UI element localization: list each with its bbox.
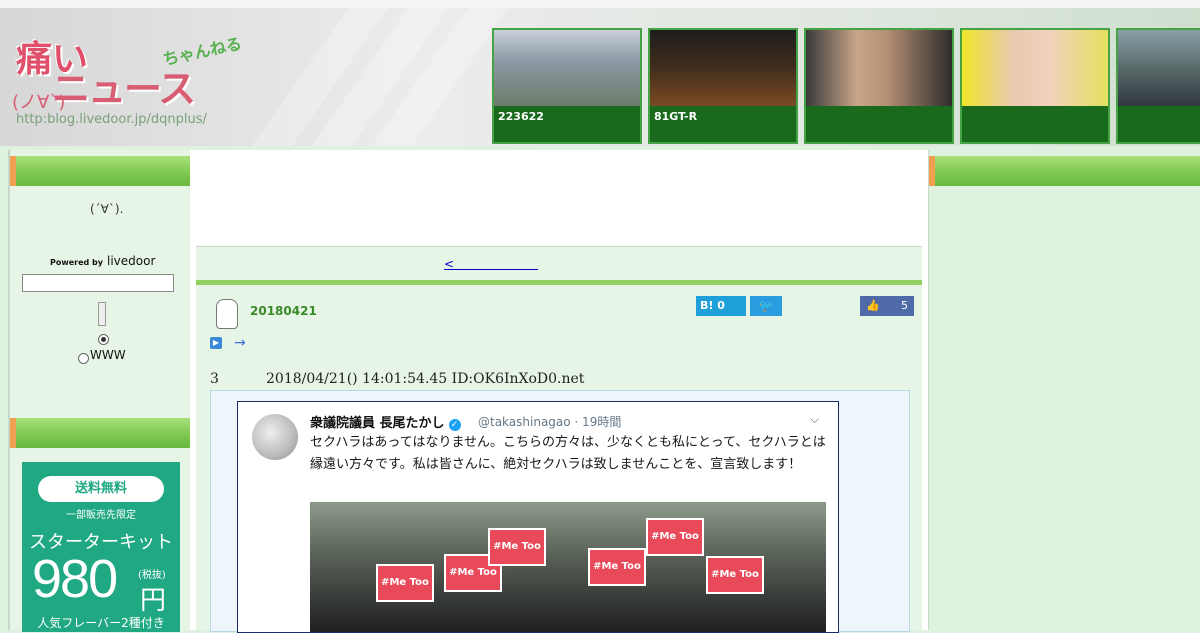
search-button[interactable] — [98, 302, 106, 326]
protest-sign: #Me Too — [376, 564, 434, 602]
thumbnail-image — [962, 30, 1108, 106]
thumbnail-image — [1118, 30, 1200, 106]
sidebar-emoticon: (´∀`). — [90, 202, 124, 216]
thumbnail-1[interactable]: 223622 — [492, 28, 642, 144]
thumbnail-caption — [962, 106, 1108, 142]
logo-kana: ちゃんねる — [161, 33, 244, 70]
ad-free-shipping: 送料無料 — [38, 476, 164, 502]
article-date: 20180421 — [250, 304, 317, 318]
like-button[interactable]: 👍 5 — [860, 296, 914, 316]
powered-by-livedoor[interactable]: Powered by livedoor — [50, 254, 155, 268]
logo-face: (ノ∀`) — [12, 92, 66, 113]
thumbnail-4[interactable] — [960, 28, 1110, 144]
hatena-bookmark-button[interactable]: B! 0 — [696, 296, 746, 316]
tweet-text: セクハラはあってはなりません。こちらの方々は、少なくとも私にとって、セクハラとは… — [310, 435, 826, 472]
sidebar-header-bar — [10, 418, 192, 448]
continue-arrow-link[interactable]: → — [234, 335, 246, 351]
embedded-tweet[interactable]: 衆議院議員 長尾たかし ✓ @takashinagao · 19時間 ⌵ セクハラ… — [237, 401, 839, 633]
sidebar-header-bar — [929, 156, 1200, 186]
thumbnail-strip: 223622 81GT-R — [492, 28, 1200, 144]
right-sidebar — [928, 150, 1200, 630]
chevron-down-icon[interactable]: ⌵ — [810, 412, 819, 427]
ad-price: 980 — [32, 549, 118, 609]
thumbs-up-icon: 👍 — [866, 299, 880, 312]
thumbnail-2[interactable]: 81GT-R — [648, 28, 798, 144]
powered-by-label: Powered by — [50, 258, 103, 267]
protest-sign: #Me Too — [646, 518, 704, 556]
thumbnail-caption — [806, 106, 952, 142]
ad-banner[interactable]: 送料無料 一部販売先限定 スターターキット 980 (税抜) 円 人気フレーバー… — [22, 462, 180, 632]
sidebar-header-bar — [10, 156, 192, 186]
thumbnail-3[interactable] — [804, 28, 954, 144]
play-icon[interactable]: ▶ — [210, 337, 222, 349]
site-logo[interactable]: 痛い ニュース ちゃんねる (ノ∀`) http:blog.livedoor.j… — [12, 26, 244, 136]
tweet-photo[interactable]: #Me Too #Me Too #Me Too #Me Too #Me Too … — [310, 502, 826, 632]
left-sidebar: (´∀`). Powered by livedoor WWW 送料無料 一部販売先… — [8, 150, 192, 632]
twitter-share-button[interactable]: 🐦 — [750, 296, 782, 316]
verified-badge-icon: ✓ — [448, 419, 461, 431]
search-input[interactable] — [22, 274, 174, 292]
ad-tax: (税抜) — [138, 570, 166, 581]
article: 20180421 B! 0 🐦 👍 5 ▶ → 3 2018/04/21() 1… — [196, 285, 922, 633]
ad-yen: 円 — [140, 586, 167, 616]
ad-limited: 一部販売先限定 — [66, 510, 136, 521]
thumbnail-image — [806, 30, 952, 106]
thumbnail-5[interactable] — [1116, 28, 1200, 144]
livedoor-logo-text: livedoor — [107, 254, 156, 268]
protest-sign: #Me Too — [706, 556, 764, 594]
tweet-handle: @takashinagao · 19時間 — [478, 415, 622, 429]
protest-sign: #Me Too — [488, 528, 546, 566]
main-content: < 20180421 B! 0 🐦 👍 5 ▶ → 3 2018/04/21()… — [190, 150, 928, 633]
thumbnail-image — [494, 30, 640, 106]
search-scope-radio-blog[interactable] — [98, 334, 109, 345]
thumbnail-image — [650, 30, 796, 106]
site-header: 痛い ニュース ちゃんねる (ノ∀`) http:blog.livedoor.j… — [0, 8, 1200, 146]
prev-article-link[interactable]: < — [444, 255, 538, 272]
response-meta: 2018/04/21() 14:01:54.45 ID:OK6InXoD0.ne… — [266, 371, 585, 387]
thumbnail-caption — [1118, 106, 1200, 142]
thumbnail-caption: 81GT-R — [650, 106, 796, 142]
tweet-author-name: 衆議院議員 長尾たかし ✓ — [310, 412, 461, 431]
radio-label-www: WWW — [90, 348, 126, 362]
embedded-quote: 衆議院議員 長尾たかし ✓ @takashinagao · 19時間 ⌵ セクハラ… — [210, 390, 910, 633]
tweet-avatar — [252, 414, 298, 460]
twitter-bird-icon: 🐦 — [758, 299, 774, 313]
pagination-bar: < — [196, 246, 922, 281]
thumbnail-caption: 223622 — [494, 106, 640, 142]
like-count: 5 — [901, 299, 908, 312]
ghost-icon — [216, 299, 238, 329]
response-number: 3 — [210, 371, 219, 387]
ad-flavor: 人気フレーバー2種付き — [37, 616, 165, 630]
protest-sign: #Me Too — [588, 548, 646, 586]
search-scope-radio-www[interactable] — [78, 353, 89, 364]
logo-url: http:blog.livedoor.jp/dqnplus/ — [16, 112, 207, 127]
hatena-count: 0 — [717, 299, 725, 312]
